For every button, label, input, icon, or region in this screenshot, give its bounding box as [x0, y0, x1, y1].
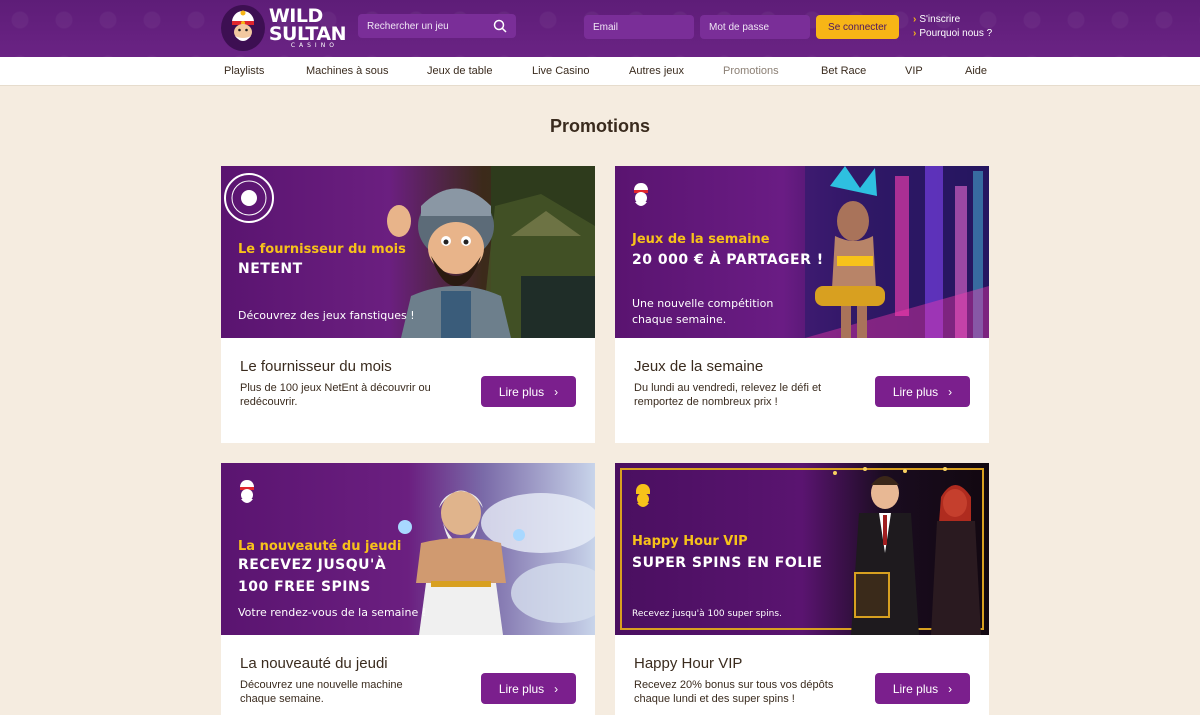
nav-item-playlists[interactable]: Playlists — [224, 65, 264, 77]
logo-wordmark: WILD SULTAN CASINO — [269, 7, 347, 49]
search-input[interactable] — [367, 20, 487, 32]
banner-subheadline-1: RECEVEZ JUSQU'À — [238, 557, 387, 573]
read-more-button[interactable]: Lire plus › — [481, 376, 576, 407]
banner-tagline-2: chaque semaine. — [632, 313, 727, 326]
promo-banner[interactable]: Jeux de la semaine 20 000 € À PARTAGER !… — [615, 166, 989, 338]
site-logo[interactable]: WILD SULTAN CASINO — [221, 4, 347, 52]
banner-headline: Jeux de la semaine — [632, 232, 770, 247]
card-description: Du lundi au vendredi, relevez le défi et… — [634, 382, 822, 408]
nav-item-other-games[interactable]: Autres jeux — [629, 65, 684, 77]
chevron-right-icon: › — [948, 681, 953, 696]
nav-item-bet-race[interactable]: Bet Race — [821, 65, 866, 77]
card-body: Jeux de la semaine Du lundi au vendredi,… — [615, 338, 989, 443]
vip-couple-art — [833, 467, 981, 635]
sultan-mini-icon — [240, 480, 254, 503]
banner-tagline: Votre rendez-vous de la semaine ! — [238, 606, 427, 619]
banner-subheadline: SUPER SPINS EN FOLIE — [632, 555, 823, 571]
card-description: Plus de 100 jeux NetEnt à découvrir ou r… — [240, 382, 431, 408]
register-label: S'inscrire — [919, 14, 961, 25]
card-description: Recevez 20% bonus sur tous vos dépôts ch… — [634, 679, 834, 705]
header-links: › S'inscrire › Pourquoi nous ? — [913, 13, 992, 41]
promo-banner[interactable]: Le fournisseur du mois NETENT Découvrez … — [221, 166, 595, 338]
banner-headline: La nouveauté du jeudi — [238, 539, 402, 554]
search-box[interactable] — [358, 14, 516, 38]
banner-subheadline: NETENT — [238, 261, 303, 277]
main-nav: Playlists Machines à sous Jeux de table … — [0, 57, 1200, 86]
card-body: Le fournisseur du mois Plus de 100 jeux … — [221, 338, 595, 443]
banner-headline: Le fournisseur du mois — [238, 242, 406, 257]
card-body: La nouveauté du jeudi Découvrez une nouv… — [221, 635, 595, 715]
nav-item-slots[interactable]: Machines à sous — [306, 65, 389, 77]
card-title: Le fournisseur du mois — [240, 358, 392, 375]
promo-banner[interactable]: La nouveauté du jeudi RECEVEZ JUSQU'À 10… — [221, 463, 595, 635]
banner-subheadline-2: 100 FREE SPINS — [238, 579, 371, 595]
provider-of-month-badge — [224, 173, 274, 223]
nav-item-table-games[interactable]: Jeux de table — [427, 65, 492, 77]
chevron-right-icon: › — [913, 28, 917, 39]
nav-item-live-casino[interactable]: Live Casino — [532, 65, 589, 77]
sultan-mini-icon — [634, 183, 648, 206]
nav-item-vip[interactable]: VIP — [905, 65, 923, 77]
read-more-button[interactable]: Lire plus › — [481, 673, 576, 704]
promo-card-games-of-week: Jeux de la semaine 20 000 € À PARTAGER !… — [615, 166, 989, 443]
banner-subheadline: 20 000 € À PARTAGER ! — [632, 252, 824, 268]
promo-card-thursday-new: La nouveauté du jeudi RECEVEZ JUSQU'À 10… — [221, 463, 595, 715]
promo-card-happy-hour-vip: Happy Hour VIP SUPER SPINS EN FOLIE Rece… — [615, 463, 989, 715]
read-more-button[interactable]: Lire plus › — [875, 376, 970, 407]
why-us-label: Pourquoi nous ? — [919, 28, 993, 39]
top-header: WILD SULTAN CASINO Se connecter ›S'inscr… — [0, 0, 1200, 57]
banner-tagline: Découvrez des jeux fanstiques ! — [238, 309, 415, 322]
why-us-link[interactable]: › Pourquoi nous ? — [913, 27, 992, 41]
banner-tagline-1: Une nouvelle compétition — [632, 297, 774, 310]
sultan-logo-icon — [221, 5, 265, 51]
email-field-box[interactable] — [584, 15, 694, 39]
card-body: Happy Hour VIP Recevez 20% bonus sur tou… — [615, 635, 989, 715]
chevron-right-icon: › — [554, 681, 559, 696]
read-more-label: Lire plus — [498, 681, 545, 696]
card-title: Happy Hour VIP — [634, 655, 743, 672]
card-title: La nouveauté du jeudi — [240, 655, 388, 672]
chevron-right-icon: › — [913, 14, 917, 25]
chevron-right-icon: › — [554, 384, 559, 399]
neon-city-character-art — [805, 166, 989, 338]
promo-card-provider: Le fournisseur du mois NETENT Découvrez … — [221, 166, 595, 443]
promo-banner[interactable]: Happy Hour VIP SUPER SPINS EN FOLIE Rece… — [615, 463, 989, 635]
card-description: Découvrez une nouvelle machine chaque se… — [240, 679, 403, 705]
read-more-label: Lire plus — [892, 384, 939, 399]
read-more-label: Lire plus — [892, 681, 939, 696]
read-more-label: Lire plus — [498, 384, 545, 399]
email-field[interactable] — [593, 21, 683, 33]
nav-item-promotions[interactable]: Promotions — [723, 65, 779, 77]
chevron-right-icon: › — [948, 384, 953, 399]
login-button[interactable]: Se connecter — [816, 15, 899, 39]
nav-item-help[interactable]: Aide — [965, 65, 987, 77]
banner-tagline: Recevez jusqu'à 100 super spins. — [632, 609, 782, 619]
read-more-button[interactable]: Lire plus › — [875, 673, 970, 704]
banner-headline: Happy Hour VIP — [632, 534, 748, 549]
password-field[interactable] — [709, 21, 799, 33]
search-icon[interactable] — [493, 19, 507, 33]
card-title: Jeux de la semaine — [634, 358, 764, 375]
password-field-box[interactable] — [700, 15, 810, 39]
page-title: Promotions — [549, 116, 650, 136]
register-link[interactable]: › S'inscrire — [913, 13, 992, 27]
sultan-mini-icon — [636, 484, 650, 507]
